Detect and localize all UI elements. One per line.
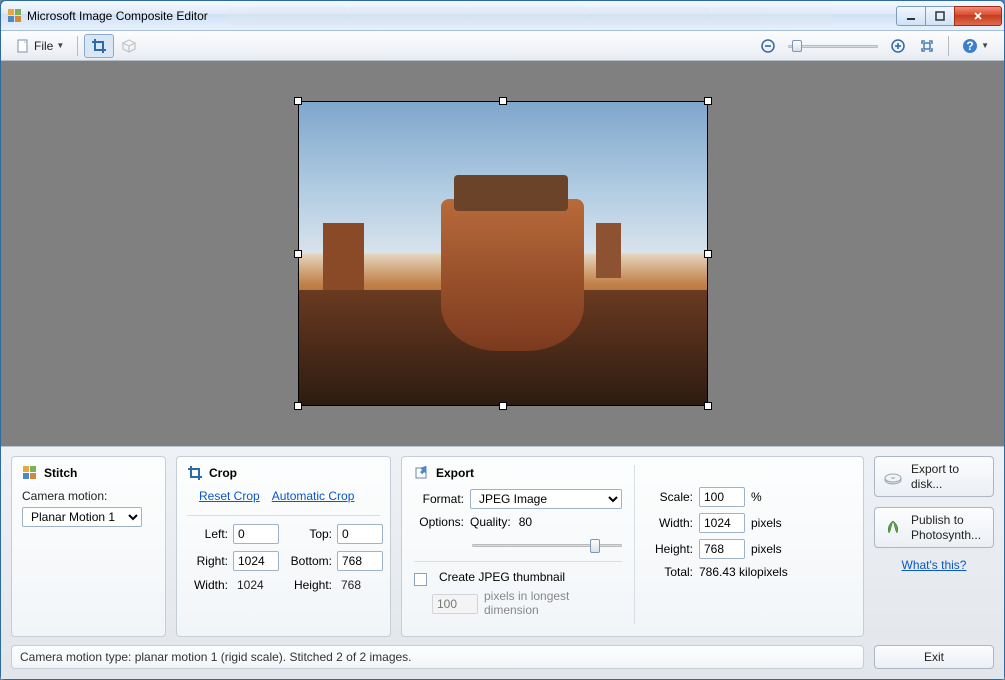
help-button[interactable]: ? ▼: [955, 34, 996, 58]
crop-bottom-label: Bottom:: [285, 554, 337, 568]
file-menu-label: File: [34, 39, 53, 53]
publish-photosynth-label: Publish to Photosynth...: [911, 513, 985, 542]
exit-button[interactable]: Exit: [874, 645, 994, 669]
camera-motion-select[interactable]: Planar Motion 1: [22, 507, 142, 527]
crop-right-input[interactable]: [233, 551, 279, 571]
bottom-area: Stitch Camera motion: Planar Motion 1 Cr…: [1, 446, 1004, 679]
export-to-disk-button[interactable]: Export to disk...: [874, 456, 994, 497]
crop-handle-tr[interactable]: [704, 97, 712, 105]
app-icon: [7, 8, 23, 24]
photosynth-icon: [883, 518, 903, 538]
fit-icon: [919, 38, 935, 54]
svg-text:?: ?: [966, 39, 973, 53]
quality-label: Quality:: [470, 515, 511, 529]
stitch-title: Stitch: [44, 466, 77, 480]
chevron-down-icon: ▼: [981, 41, 989, 50]
zoom-in-button[interactable]: [884, 34, 912, 58]
exit-label: Exit: [924, 650, 944, 664]
format-label: Format:: [414, 492, 464, 506]
export-to-disk-label: Export to disk...: [911, 462, 985, 491]
toolbar: File ▼ ? ▼: [1, 31, 1004, 61]
quality-slider[interactable]: [472, 535, 622, 555]
format-select[interactable]: JPEG Image: [470, 489, 622, 509]
width-label: Width:: [649, 516, 693, 530]
scale-unit: %: [751, 490, 762, 504]
height-input[interactable]: [699, 539, 745, 559]
zoom-slider[interactable]: [788, 37, 878, 55]
chevron-down-icon: ▼: [56, 41, 64, 50]
file-menu-button[interactable]: File ▼: [9, 34, 71, 58]
export-icon: [414, 465, 430, 481]
height-unit: pixels: [751, 542, 782, 556]
stitched-image: [299, 102, 707, 405]
crop-left-input[interactable]: [233, 524, 279, 544]
maximize-button[interactable]: [925, 6, 955, 26]
scale-label: Scale:: [649, 490, 693, 504]
crop-left-label: Left:: [187, 527, 233, 541]
document-icon: [16, 39, 30, 53]
crop-selection[interactable]: [298, 101, 708, 406]
crop-width-value: 1024: [233, 578, 285, 592]
close-button[interactable]: [954, 6, 1002, 26]
crop-right-label: Right:: [187, 554, 233, 568]
crop-bottom-input[interactable]: [337, 551, 383, 571]
width-unit: pixels: [751, 516, 782, 530]
create-thumbnail-label: Create JPEG thumbnail: [439, 570, 565, 584]
help-icon: ?: [962, 38, 978, 54]
crop-tool-button[interactable]: [84, 34, 114, 58]
export-panel: Export Format: JPEG Image Options: Quali…: [401, 456, 864, 637]
export-title: Export: [436, 466, 474, 480]
crop-handle-l[interactable]: [294, 250, 302, 258]
quality-value: 80: [519, 515, 532, 529]
scale-input[interactable]: [699, 487, 745, 507]
minus-circle-icon: [761, 39, 775, 53]
crop-height-value: 768: [337, 578, 383, 592]
crop-handle-br[interactable]: [704, 402, 712, 410]
crop-handle-r[interactable]: [704, 250, 712, 258]
thumbnail-size-input: [432, 594, 478, 614]
status-bar: Camera motion type: planar motion 1 (rig…: [11, 645, 864, 669]
stitch-panel: Stitch Camera motion: Planar Motion 1: [11, 456, 166, 637]
crop-icon: [187, 465, 203, 481]
disk-icon: [883, 467, 903, 487]
total-label: Total:: [649, 565, 693, 579]
width-input[interactable]: [699, 513, 745, 533]
whats-this-link[interactable]: What's this?: [902, 558, 967, 572]
titlebar: Microsoft Image Composite Editor: [1, 1, 1004, 31]
reset-crop-link[interactable]: Reset Crop: [199, 489, 260, 503]
crop-height-label: Height:: [285, 578, 337, 592]
side-actions: Export to disk... Publish to Photosynth.…: [874, 456, 994, 637]
rotate3d-button[interactable]: [114, 34, 144, 58]
thumbnail-size-unit: pixels in longest dimension: [484, 590, 622, 618]
publish-photosynth-button[interactable]: Publish to Photosynth...: [874, 507, 994, 548]
crop-panel: Crop Reset Crop Automatic Crop Left: Top…: [176, 456, 391, 637]
app-window: Microsoft Image Composite Editor File ▼: [0, 0, 1005, 680]
crop-handle-tl[interactable]: [294, 97, 302, 105]
crop-handle-b[interactable]: [499, 402, 507, 410]
cube-icon: [121, 38, 137, 54]
crop-title: Crop: [209, 466, 237, 480]
create-thumbnail-checkbox[interactable]: [414, 573, 427, 586]
plus-circle-icon: [891, 39, 905, 53]
crop-width-label: Width:: [187, 578, 233, 592]
automatic-crop-link[interactable]: Automatic Crop: [272, 489, 355, 503]
stitch-icon: [22, 465, 38, 481]
fit-screen-button[interactable]: [912, 34, 942, 58]
crop-icon: [91, 38, 107, 54]
background-tabs: [228, 7, 897, 25]
crop-handle-t[interactable]: [499, 97, 507, 105]
status-text: Camera motion type: planar motion 1 (rig…: [20, 650, 412, 664]
minimize-button[interactable]: [896, 6, 926, 26]
crop-top-input[interactable]: [337, 524, 383, 544]
camera-motion-label: Camera motion:: [22, 489, 155, 503]
total-value: 786.43 kilopixels: [699, 565, 788, 579]
zoom-out-button[interactable]: [754, 34, 782, 58]
app-title: Microsoft Image Composite Editor: [27, 9, 208, 23]
height-label: Height:: [649, 542, 693, 556]
canvas-area[interactable]: [1, 61, 1004, 446]
crop-handle-bl[interactable]: [294, 402, 302, 410]
crop-top-label: Top:: [285, 527, 337, 541]
options-label: Options:: [414, 515, 464, 529]
